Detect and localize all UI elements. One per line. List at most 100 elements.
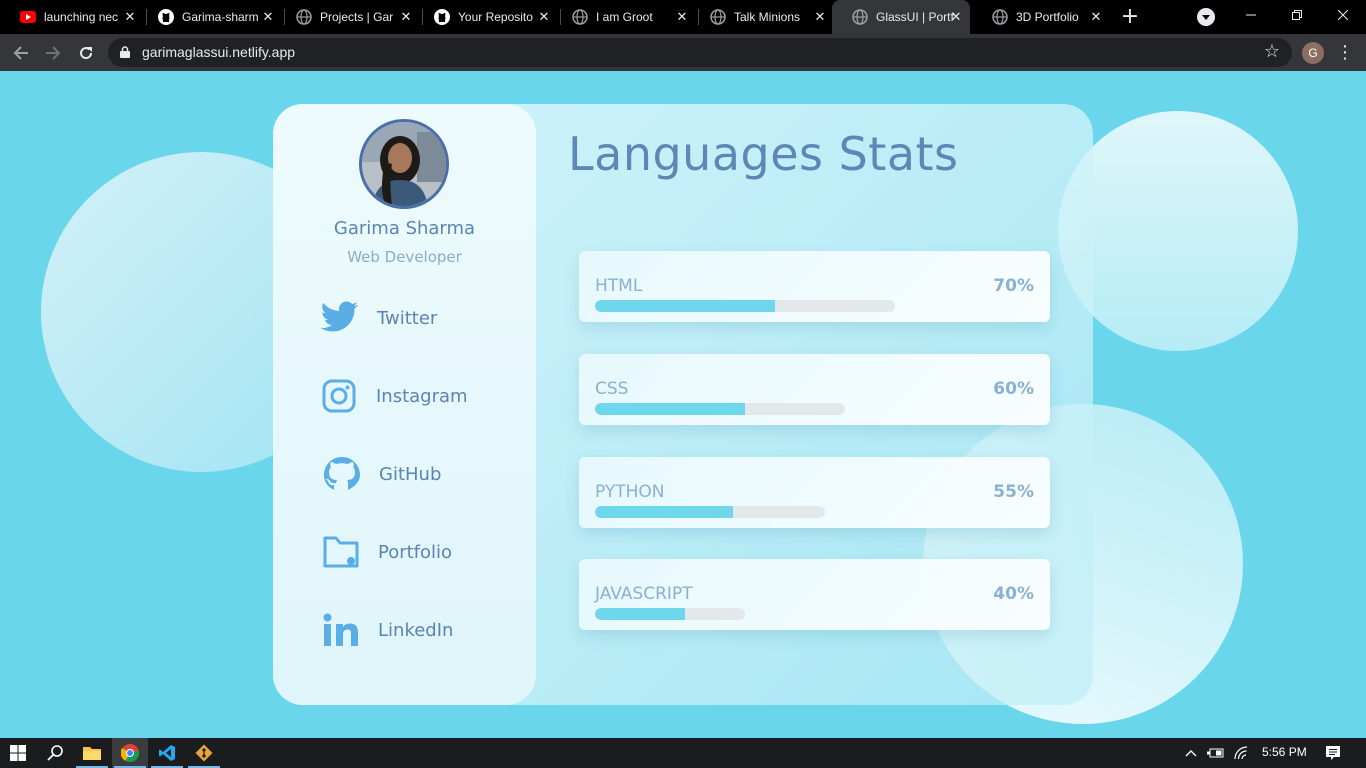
close-icon[interactable]: ✕	[122, 9, 138, 25]
social-link-instagram[interactable]: Instagram	[320, 376, 468, 416]
globe-icon	[710, 9, 726, 25]
skill-card-javascript: JAVASCRIPT 40%	[579, 559, 1050, 630]
search-icon	[47, 745, 63, 761]
globe-icon	[992, 9, 1008, 25]
skill-name: PYTHON	[595, 482, 665, 502]
social-link-portfolio[interactable]: Portfolio	[322, 532, 452, 572]
git-icon	[195, 744, 213, 762]
menu-kebab-icon[interactable]: ⋮	[1336, 40, 1354, 66]
skill-progress-track	[595, 300, 895, 312]
restore-button[interactable]	[1274, 0, 1320, 30]
github-icon	[323, 455, 361, 493]
git-app-button[interactable]	[186, 738, 222, 768]
file-explorer-button[interactable]	[74, 738, 110, 768]
battery-icon[interactable]	[1205, 738, 1227, 768]
skill-percent: 40%	[993, 584, 1034, 604]
tab-title: Projects | Gar	[320, 10, 394, 24]
tab-title: Your Reposito	[458, 10, 533, 24]
vscode-icon	[159, 745, 175, 761]
social-link-twitter[interactable]: Twitter	[321, 298, 437, 338]
tab-title: Talk Minions	[734, 10, 801, 24]
close-icon[interactable]: ✕	[1088, 9, 1104, 25]
tab-youtube[interactable]: launching nec ✕	[0, 0, 144, 34]
taskbar-clock[interactable]: 5:56 PM	[1262, 745, 1307, 759]
social-link-github[interactable]: GitHub	[323, 454, 441, 494]
url-text[interactable]: garimaglassui.netlify.app	[142, 44, 295, 60]
profile-sidebar: Garima Sharma Web Developer Twitter Inst…	[273, 104, 536, 705]
close-icon[interactable]: ✕	[536, 9, 552, 25]
skill-progress-track	[595, 506, 825, 518]
social-link-label: Portfolio	[378, 541, 453, 563]
skill-progress-fill	[595, 300, 775, 312]
page-viewport: Garima Sharma Web Developer Twitter Inst…	[0, 71, 1366, 738]
close-icon[interactable]: ✕	[812, 9, 828, 25]
youtube-icon	[20, 9, 36, 25]
tab-title: launching nec	[44, 10, 119, 24]
tab-title: Garima-sharm	[182, 10, 259, 24]
back-button[interactable]	[8, 40, 34, 66]
window-close-button[interactable]	[1320, 0, 1366, 30]
bookmark-star-icon[interactable]: ☆	[1264, 41, 1280, 62]
forward-button[interactable]	[40, 40, 66, 66]
github-icon	[158, 9, 174, 25]
tab-minions[interactable]: Talk Minions ✕	[690, 0, 834, 34]
profile-avatar[interactable]: G	[1302, 42, 1324, 64]
folder-icon	[83, 747, 101, 760]
address-bar[interactable]: garimaglassui.netlify.app ☆	[108, 38, 1292, 67]
tab-projects[interactable]: Projects | Gar ✕	[276, 0, 420, 34]
avatar	[359, 119, 449, 209]
skill-percent: 55%	[993, 482, 1034, 502]
notifications-icon[interactable]	[1318, 738, 1348, 768]
tab-repositories[interactable]: Your Reposito ✕	[414, 0, 558, 34]
windows-taskbar: 5:56 PM	[0, 738, 1366, 768]
social-link-label: LinkedIn	[378, 619, 454, 641]
skill-card-html: HTML 70%	[579, 251, 1050, 322]
minimize-button[interactable]	[1228, 0, 1274, 30]
tab-3d-portfolio[interactable]: 3D Portfolio ✕	[972, 0, 1110, 34]
social-link-linkedin[interactable]: LinkedIn	[322, 610, 453, 650]
skill-name: HTML	[595, 276, 643, 296]
skill-percent: 60%	[993, 379, 1034, 399]
arrow-right-icon	[46, 46, 61, 60]
skill-progress-fill	[595, 403, 745, 415]
skill-name: CSS	[595, 379, 629, 399]
tray-chevron-up-icon[interactable]	[1180, 738, 1202, 768]
close-icon[interactable]: ✕	[948, 9, 964, 25]
tab-title: I am Groot	[596, 10, 653, 24]
taskbar-search-button[interactable]	[37, 738, 73, 768]
close-icon[interactable]: ✕	[260, 9, 276, 25]
social-link-label: Twitter	[377, 307, 438, 329]
tab-glassui[interactable]: GlassUI | Portf ✕	[832, 0, 970, 34]
tab-search-icon[interactable]	[1197, 8, 1215, 26]
tab-groot[interactable]: I am Groot ✕	[552, 0, 696, 34]
close-icon[interactable]: ✕	[674, 9, 690, 25]
github-icon	[434, 9, 450, 25]
start-button[interactable]	[0, 738, 36, 768]
social-link-label: GitHub	[379, 463, 442, 485]
reload-icon	[80, 47, 93, 60]
twitter-icon	[321, 299, 359, 337]
tab-strip: launching nec ✕ Garima-sharm ✕ Projects …	[0, 0, 1366, 34]
linkedin-icon	[322, 611, 360, 649]
skill-card-python: PYTHON 55%	[579, 457, 1050, 528]
skill-progress-fill	[595, 506, 733, 518]
browser-toolbar: garimaglassui.netlify.app ☆	[0, 34, 1366, 71]
new-tab-button[interactable]: +	[1119, 5, 1141, 29]
skill-percent: 70%	[993, 276, 1034, 296]
skill-card-css: CSS 60%	[579, 354, 1050, 425]
instagram-icon	[320, 377, 358, 415]
profile-name: Garima Sharma	[333, 218, 476, 239]
reload-button[interactable]	[73, 40, 99, 66]
vscode-button[interactable]	[149, 738, 185, 768]
arrow-left-icon	[13, 46, 28, 60]
skill-progress-track	[595, 608, 745, 620]
close-icon[interactable]: ✕	[398, 9, 414, 25]
tab-github-profile[interactable]: Garima-sharm ✕	[138, 0, 282, 34]
wifi-icon[interactable]	[1230, 738, 1252, 768]
social-link-label: Instagram	[376, 385, 468, 407]
windows-icon	[10, 745, 26, 761]
profile-role: Web Developer	[347, 248, 462, 266]
skill-progress-track	[595, 403, 845, 415]
chrome-button[interactable]	[112, 738, 148, 768]
chrome-icon	[121, 744, 139, 762]
